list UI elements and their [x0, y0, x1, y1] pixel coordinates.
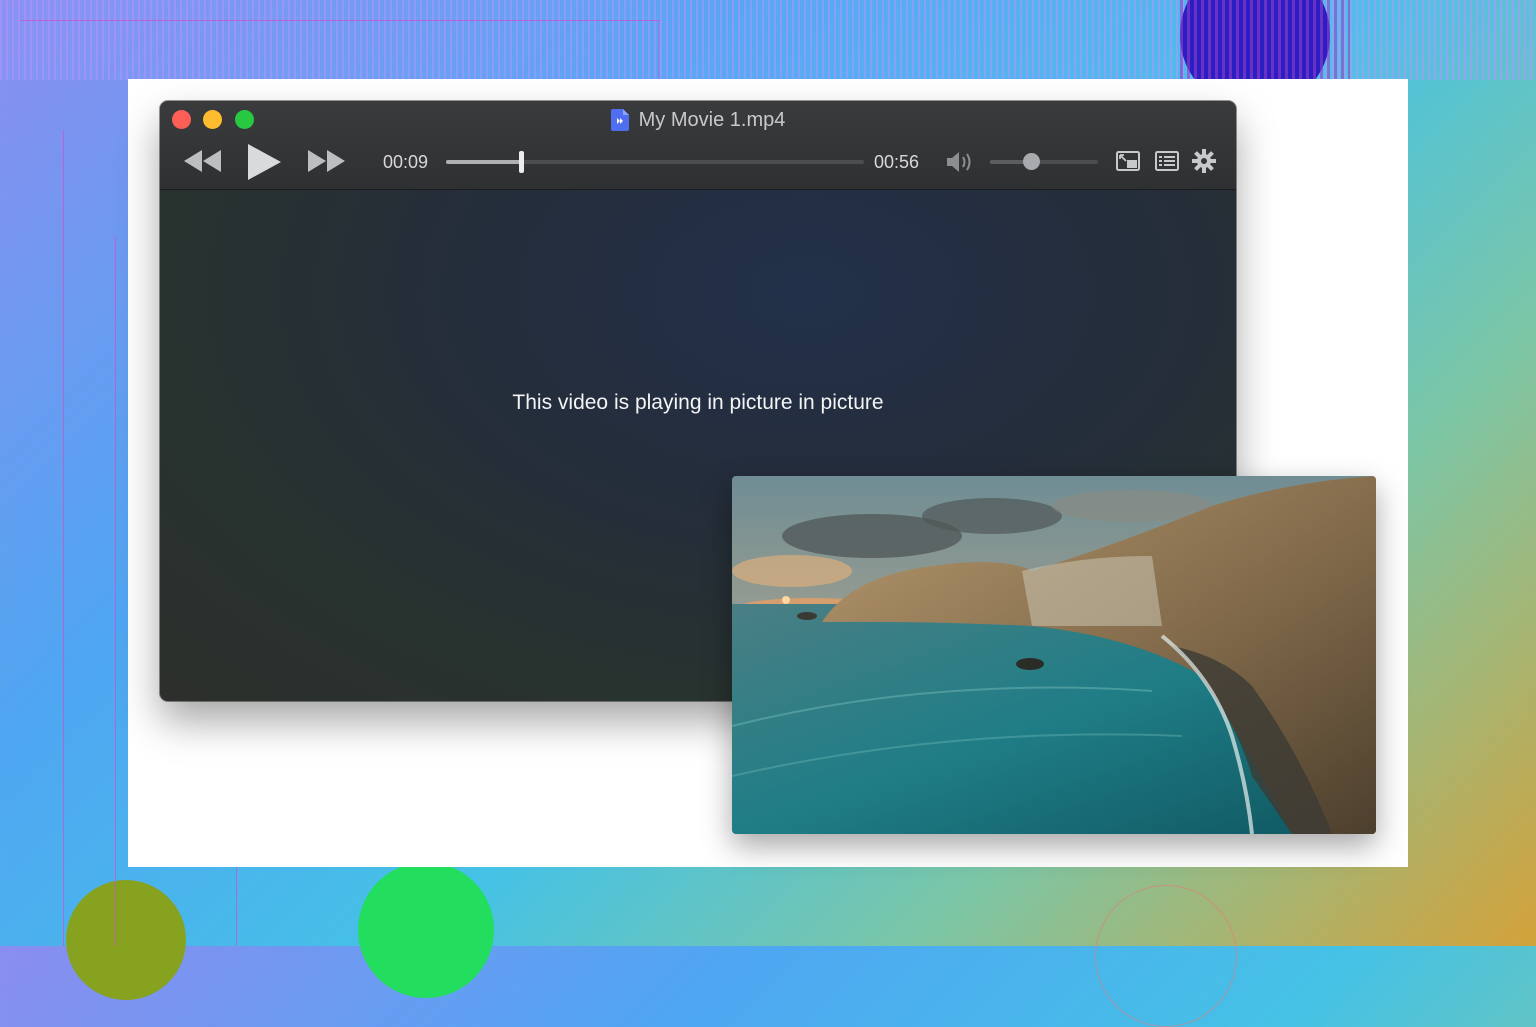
seek-slider[interactable] — [446, 151, 864, 173]
pip-message: This video is playing in picture in pict… — [512, 391, 884, 414]
video-file-icon — [610, 109, 629, 131]
seek-progress — [446, 160, 522, 164]
background-line — [63, 130, 64, 946]
title-bar[interactable]: My Movie 1.mp4 00:09 00:56 — [160, 101, 1236, 190]
background-circle — [358, 862, 494, 998]
background-line — [236, 867, 237, 946]
background-circle — [66, 880, 186, 1000]
playlist-icon[interactable] — [1155, 151, 1179, 171]
play-button[interactable] — [246, 143, 282, 181]
background-ring — [1095, 885, 1237, 1027]
window-title-group: My Movie 1.mp4 — [160, 105, 1236, 135]
speaker-icon[interactable] — [945, 149, 975, 175]
rewind-icon[interactable] — [182, 148, 222, 174]
pip-video-window[interactable] — [732, 476, 1376, 834]
gear-icon[interactable] — [1192, 149, 1216, 173]
background-line — [658, 20, 659, 80]
picture-in-picture-icon[interactable] — [1116, 151, 1140, 171]
window-title: My Movie 1.mp4 — [638, 108, 786, 131]
background-line — [115, 236, 116, 946]
background-line — [20, 20, 660, 21]
seek-handle[interactable] — [519, 151, 525, 173]
background-stripes — [1180, 0, 1350, 80]
duration-time: 00:56 — [874, 152, 920, 172]
fast-forward-icon[interactable] — [307, 148, 347, 174]
current-time: 00:09 — [383, 152, 429, 172]
pip-video-frame — [732, 476, 1376, 834]
volume-handle[interactable] — [1023, 153, 1041, 170]
volume-slider[interactable] — [990, 153, 1098, 170]
